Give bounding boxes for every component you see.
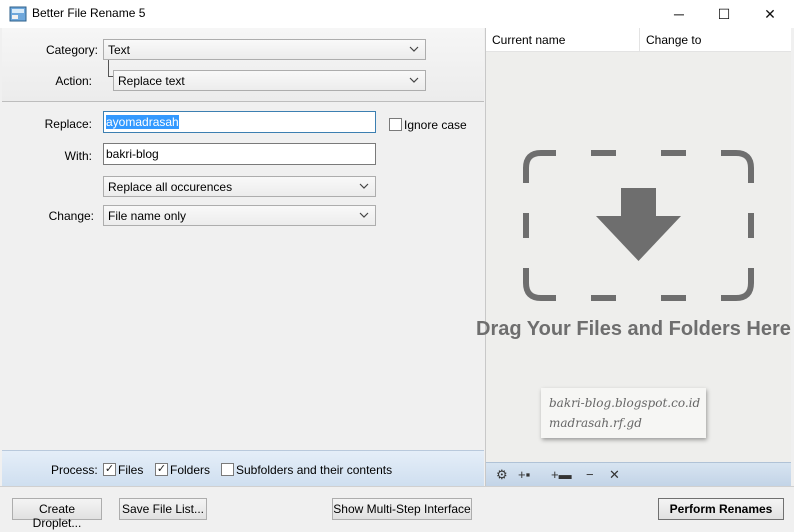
watermark-line-2: madrasah.rf.gd [549,416,642,430]
save-file-list-button[interactable]: Save File List... [119,498,207,520]
with-input[interactable]: bakri-blog [103,143,376,165]
folders-label: Folders [170,463,211,477]
folders-checkbox[interactable]: ✓ [155,463,168,476]
change-select[interactable]: File name only [103,205,376,226]
subfolders-label: Subfolders and their contents [236,463,393,477]
process-label: Process: [51,463,98,477]
action-select[interactable]: Replace text [113,70,426,91]
files-checkbox[interactable]: ✓ [103,463,116,476]
title-bar: Better File Rename 5 ─ ☐ ✕ [0,0,794,28]
process-bar: Process: ✓ Files ✓ Folders Subfolders an… [2,450,484,486]
gear-icon[interactable]: ⚙ [496,467,508,483]
category-select[interactable]: Text [103,39,426,60]
drop-hint: Drag Your Files and Folders Here [476,318,791,340]
column-divider[interactable] [639,28,640,52]
bottom-bar: Create Droplet... Save File List... Show… [0,486,794,532]
clear-icon[interactable]: ✕ [609,467,620,483]
column-change-to[interactable]: Change to [646,33,701,47]
replace-value: ayomadrasah [106,115,179,129]
replace-input[interactable]: ayomadrasah [103,111,376,133]
change-label: Change: [48,209,94,223]
chevron-down-icon [359,212,369,218]
occurrence-select[interactable]: Replace all occurences [103,176,376,197]
drop-zone-icon [523,150,754,301]
file-list-header: Current name Change to [486,28,792,52]
ignore-case-checkbox[interactable] [389,118,402,131]
replace-label: Replace: [44,117,92,131]
remove-icon[interactable]: − [586,467,594,482]
action-value: Replace text [118,74,185,88]
column-current-name[interactable]: Current name [492,33,565,47]
add-folder-icon[interactable]: +▬ [551,467,572,482]
with-value: bakri-blog [106,147,159,161]
subfolders-checkbox[interactable] [221,463,234,476]
minimize-button[interactable]: ─ [656,0,702,28]
watermark-note: bakri-blog.blogspot.co.id madrasah.rf.gd [541,388,706,438]
ignore-case-label: Ignore case [404,118,467,132]
category-label: Category: [45,43,98,57]
files-label: Files [118,463,144,477]
action-label: Action: [55,74,92,88]
window-title: Better File Rename 5 [32,6,146,20]
close-button[interactable]: ✕ [747,0,793,28]
method-selector: Category: Text Action: Replace text [2,28,484,102]
file-list-toolbar: ⚙ +▪ +▬ − ✕ [486,462,792,486]
maximize-button[interactable]: ☐ [701,0,747,28]
perform-renames-button[interactable]: Perform Renames [658,498,784,520]
with-label: With: [64,149,92,163]
file-list-panel[interactable]: Current name Change to Drag Your Files a… [476,28,792,486]
chevron-down-icon [409,46,419,52]
add-file-icon[interactable]: +▪ [518,467,530,482]
create-droplet-button[interactable]: Create Droplet... [12,498,102,530]
options-panel: Category: Text Action: Replace text Repl… [2,28,484,450]
occurrence-value: Replace all occurences [108,180,233,194]
watermark-line-1: bakri-blog.blogspot.co.id [549,396,701,410]
category-value: Text [108,43,131,57]
show-multistep-button[interactable]: Show Multi-Step Interface [332,498,472,520]
change-value: File name only [108,209,187,223]
app-icon [9,6,27,22]
chevron-down-icon [409,77,419,83]
chevron-down-icon [359,183,369,189]
